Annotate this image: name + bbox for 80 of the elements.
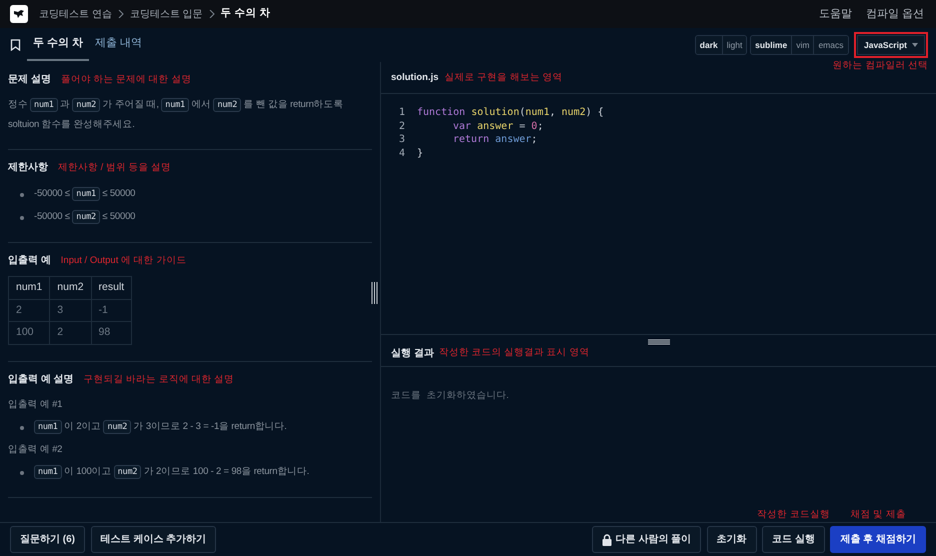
code-line: function solution(num1, num2) { xyxy=(417,106,604,120)
inline-code: num1 xyxy=(30,98,58,112)
column-header: result xyxy=(91,276,132,299)
annotation-text: 제한사항 / 범위 등을 설명 xyxy=(58,161,172,176)
list-item-text: num1 이 2이고 num2 가 3이므로 2 - 3 = -1을 return합니다. xyxy=(34,417,287,438)
line-number: 2 xyxy=(398,120,405,133)
description-text: 입출력 예 #1 xyxy=(8,398,64,412)
keymap-option[interactable]: sublime xyxy=(751,36,792,54)
table-cell: -1 xyxy=(91,299,132,322)
section-title: 입출력 예 xyxy=(8,254,51,268)
tab[interactable]: 제출 내역 xyxy=(89,29,148,61)
submit-button[interactable]: 제출 후 채점하기 xyxy=(830,526,926,553)
line-number: 3 xyxy=(398,133,405,146)
caret-icon xyxy=(912,43,918,47)
bullet-icon xyxy=(20,426,24,430)
table-cell: 98 xyxy=(91,322,132,344)
action-button[interactable]: 코드 실행 xyxy=(762,526,825,553)
header-link[interactable]: 컴파일 옵션 xyxy=(866,6,924,22)
bullet-icon xyxy=(20,216,24,220)
action-button[interactable]: 다른 사람의 풀이 xyxy=(592,526,702,553)
inline-code: num1 xyxy=(72,186,100,200)
line-number: 1 xyxy=(398,106,405,120)
resize-handle[interactable] xyxy=(371,282,378,304)
section-title: 입출력 예 설명 xyxy=(8,373,74,387)
inline-code: num2 xyxy=(72,98,100,112)
inline-code: num2 xyxy=(213,98,242,112)
list-item-text: -50000 ≤ num1 ≤ 50000 xyxy=(34,186,136,202)
action-button[interactable]: 초기화 xyxy=(706,526,757,553)
theme-option[interactable]: light xyxy=(722,36,746,54)
annotation-text: 작성한 코드의 실행결과 표시 영역 xyxy=(438,346,590,360)
section-title: 제한사항 xyxy=(8,161,48,176)
breadcrumb-link[interactable]: 코딩테스트 입문 xyxy=(130,6,203,22)
output-message: 코드를 초기화하였습니다. xyxy=(390,389,510,403)
inline-code: num2 xyxy=(114,465,142,480)
description-text: 정수 num1 과 num2 가 주어질 때, num1 에서 num2 를 뺀 값을 return하도록 soltuion 함수를 완성해주세요. xyxy=(8,97,344,132)
table-cell: 2 xyxy=(8,299,50,322)
table-cell: 3 xyxy=(50,299,92,322)
bookmark-icon xyxy=(10,39,21,51)
inline-code: num1 xyxy=(34,420,62,434)
keymap-option[interactable]: emacs xyxy=(813,36,848,54)
column-header: num1 xyxy=(8,276,50,299)
header-link[interactable]: 도움말 xyxy=(818,6,852,22)
inline-code: num1 xyxy=(34,465,62,480)
chevron-icon xyxy=(208,10,216,18)
description-text: 입출력 예 #2 xyxy=(8,443,64,458)
list-item-text: num1 이 100이고 num2 가 2이므로 100 - 2 = 98을 return합니다. xyxy=(34,462,310,482)
section-title: 문제 설명 xyxy=(8,73,51,87)
breadcrumb-link[interactable]: 코딩테스트 연습 xyxy=(39,6,112,22)
resize-handle[interactable] xyxy=(648,339,670,345)
list-item-text: -50000 ≤ num2 ≤ 50000 xyxy=(34,208,136,226)
panel-title: 실행 결과 xyxy=(391,347,434,361)
inline-code: num2 xyxy=(103,420,132,434)
bullet-icon xyxy=(20,471,24,476)
action-button[interactable]: 테스트 케이스 추가하기 xyxy=(90,526,216,553)
annotation-text: 풀어야 하는 문제에 대한 설명 xyxy=(60,73,192,87)
tab[interactable]: 두 수의 차 xyxy=(27,29,90,61)
annotation-text: 구현되길 바라는 로직에 대한 설명 xyxy=(84,373,234,387)
inline-code: num1 xyxy=(161,98,189,112)
annotation-text: 원하는 컴파일러 선택 xyxy=(832,59,928,73)
annotation-text: 채점 및 제출 xyxy=(850,508,906,522)
annotation-text: 실제로 구현을 해보는 영역 xyxy=(444,71,562,86)
line-number: 4 xyxy=(398,146,405,160)
chevron-icon xyxy=(116,10,125,18)
annotation-text: Input / Output 에 대한 가이드 xyxy=(60,254,186,268)
table-cell: 100 xyxy=(8,322,50,344)
keymap-option[interactable]: vim xyxy=(791,36,814,54)
action-button[interactable]: 질문하기 (6) xyxy=(10,526,85,553)
annotation-text: 작성한 코드실행 xyxy=(757,508,830,522)
language-dropdown[interactable]: JavaScript xyxy=(857,34,925,56)
theme-option[interactable]: dark xyxy=(696,36,722,54)
bullet-icon xyxy=(20,192,24,196)
file-name: solution.js xyxy=(391,71,438,86)
code-line: return answer; xyxy=(452,133,538,146)
column-header: num2 xyxy=(50,276,92,299)
inline-code: num2 xyxy=(72,210,100,224)
code-line: var answer = 0; xyxy=(452,120,544,133)
logo-icon[interactable] xyxy=(10,5,28,23)
lock-icon xyxy=(602,534,612,546)
table-cell: 2 xyxy=(50,322,92,344)
code-line: } xyxy=(417,146,424,160)
